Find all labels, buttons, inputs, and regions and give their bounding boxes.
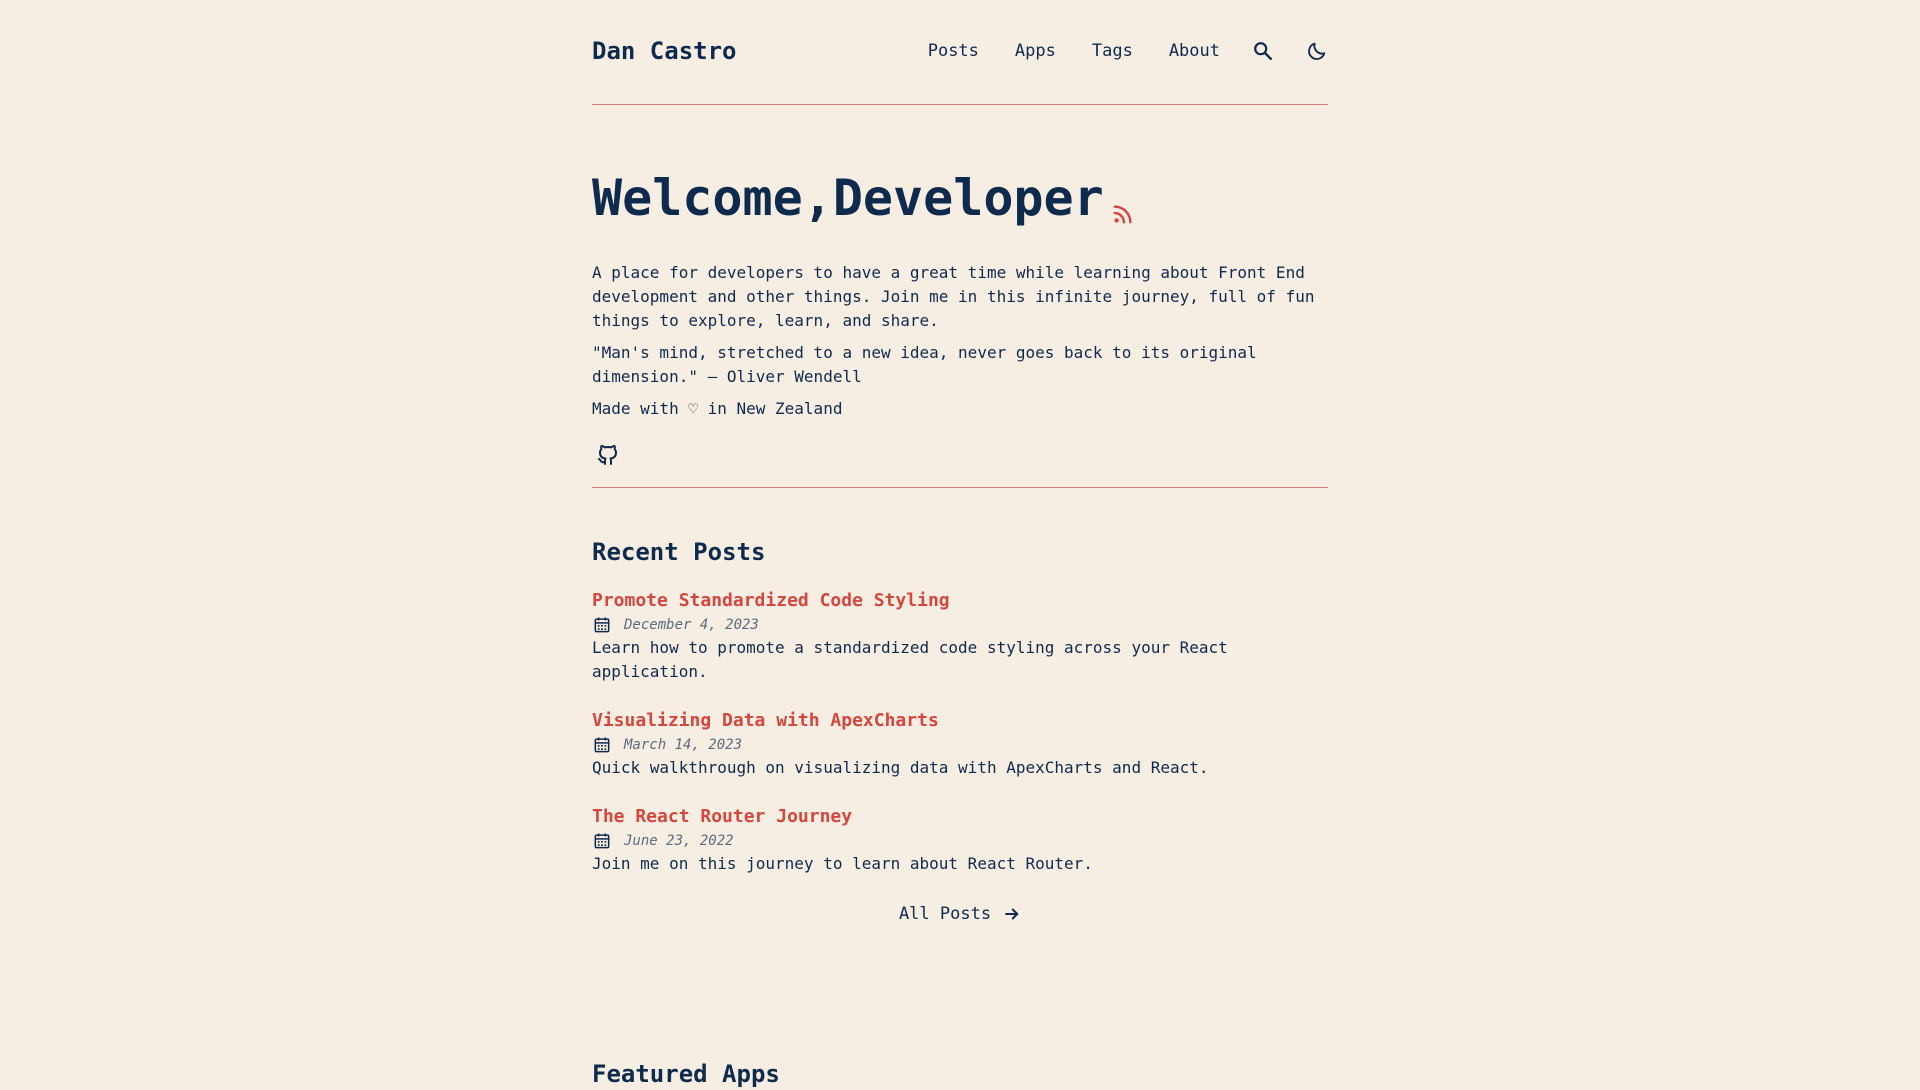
nav-about[interactable]: About (1169, 41, 1220, 61)
post-title-link[interactable]: The React Router Journey (592, 804, 1328, 830)
post-date-text: March 14, 2023 (624, 737, 743, 753)
site-logo[interactable]: Dan Castro (592, 37, 737, 65)
hero-heading: Welcome,Developer (592, 167, 1328, 229)
nav-tags[interactable]: Tags (1092, 41, 1133, 61)
rss-icon (1113, 205, 1132, 224)
moon-icon (1308, 42, 1326, 60)
github-link[interactable] (596, 443, 620, 467)
post-description: Quick walkthrough on visualizing data wi… (592, 758, 1209, 777)
social-links (592, 441, 1328, 469)
post-date: June 23, 2022 (592, 830, 1328, 852)
hero-section: Welcome,Developer A place for developers… (592, 105, 1328, 488)
main-nav: Posts Apps Tags About (928, 40, 1328, 62)
page-container: Dan Castro Posts Apps Tags About Welcome… (592, 0, 1328, 1088)
post-date-text: June 23, 2022 (624, 833, 734, 849)
featured-apps-section: Featured Apps (592, 1058, 780, 1090)
arrow-right-icon (1005, 908, 1019, 920)
nav-posts[interactable]: Posts (928, 41, 979, 61)
recent-posts-section: Recent Posts Promote Standardized Code S… (592, 488, 1328, 924)
github-icon (598, 445, 617, 465)
intro-text: A place for developers to have a great t… (592, 263, 1315, 330)
page-title: Welcome,Developer (592, 169, 1104, 227)
calendar-icon (594, 617, 610, 633)
site-header: Dan Castro Posts Apps Tags About (592, 0, 1328, 105)
theme-toggle-button[interactable] (1306, 40, 1328, 62)
post-date-text: December 4, 2023 (624, 617, 759, 633)
rss-link[interactable] (1112, 203, 1134, 225)
post-description: Join me on this journey to learn about R… (592, 854, 1093, 873)
all-posts-link[interactable]: All Posts (899, 904, 1021, 924)
post-description: Learn how to promote a standardized code… (592, 638, 1228, 681)
post-date: December 4, 2023 (592, 614, 1328, 636)
search-button[interactable] (1252, 40, 1274, 62)
all-posts-label: All Posts (898, 904, 992, 924)
made-with-text: Made with ♡ in New Zealand (592, 399, 843, 418)
calendar-icon (594, 737, 610, 753)
post-item: Promote Standardized Code Styling Decemb… (592, 588, 1328, 684)
nav-apps[interactable]: Apps (1015, 41, 1056, 61)
featured-apps-title: Featured Apps (592, 1060, 780, 1088)
post-title-link[interactable]: Visualizing Data with ApexCharts (592, 708, 1328, 734)
post-list: Promote Standardized Code Styling Decemb… (592, 588, 1328, 876)
calendar-icon (594, 833, 610, 849)
post-title-link[interactable]: Promote Standardized Code Styling (592, 588, 1328, 614)
recent-posts-title: Recent Posts (592, 538, 766, 566)
search-icon (1254, 42, 1272, 60)
quote-text: "Man's mind, stretched to a new idea, ne… (592, 343, 1257, 386)
post-item: The React Router Journey June 23, 2022 J… (592, 804, 1328, 876)
all-posts-container: All Posts (592, 904, 1328, 924)
post-date: March 14, 2023 (592, 734, 1328, 756)
post-item: Visualizing Data with ApexCharts March 1… (592, 708, 1328, 780)
